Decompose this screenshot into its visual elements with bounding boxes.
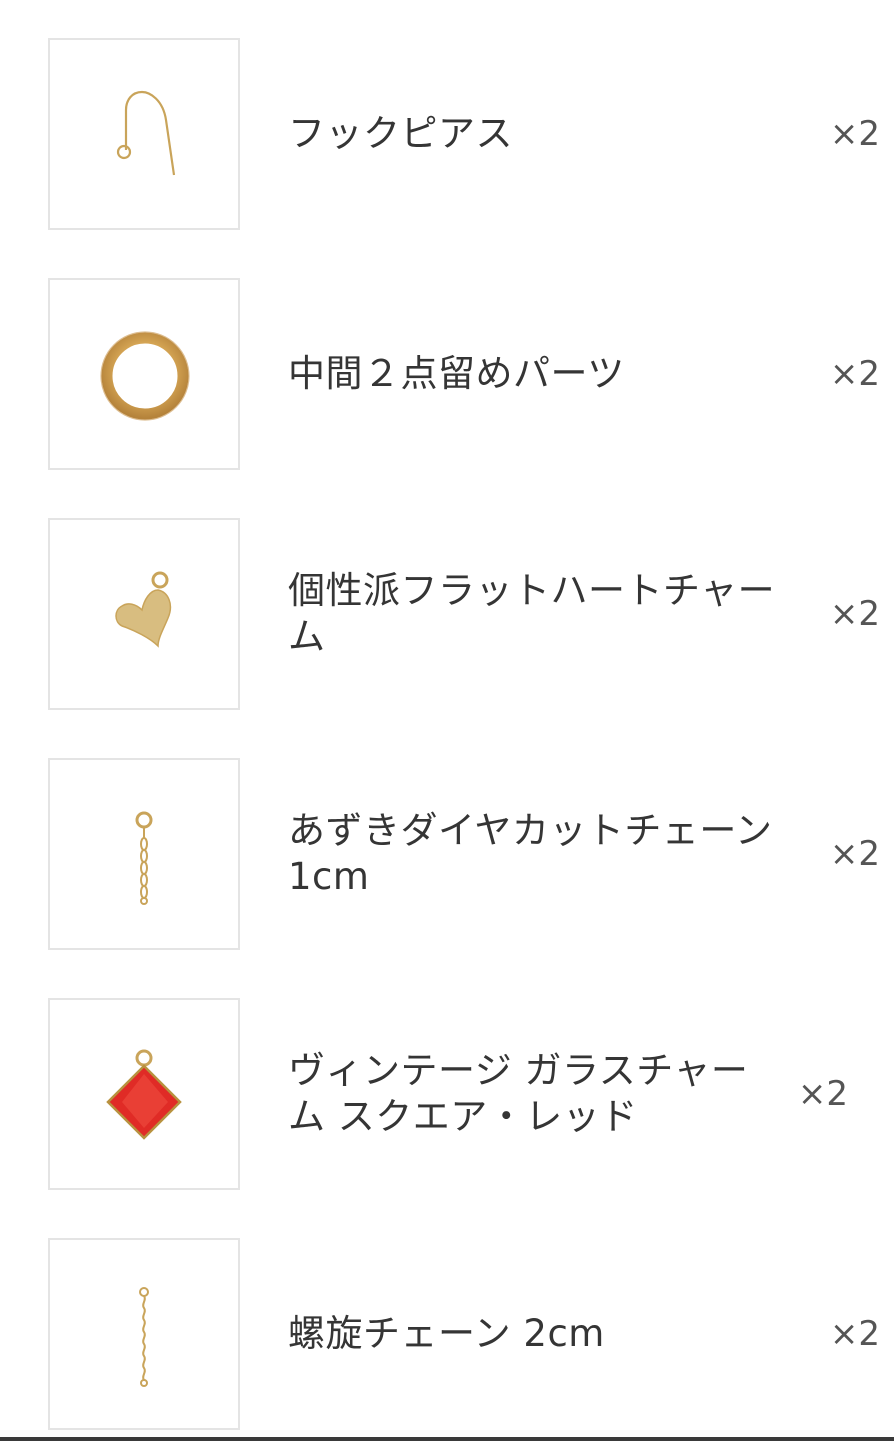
- item-quantity: ×2: [829, 1314, 880, 1354]
- item-thumbnail[interactable]: [48, 1238, 240, 1430]
- list-item[interactable]: 中間２点留めパーツ ×2: [0, 278, 894, 470]
- jump-ring-icon: [100, 331, 190, 421]
- item-thumbnail[interactable]: [48, 758, 240, 950]
- bottom-divider: [0, 1437, 894, 1441]
- item-thumbnail[interactable]: [48, 998, 240, 1190]
- item-quantity: ×2: [829, 114, 880, 154]
- list-item[interactable]: 螺旋チェーン 2cm ×2: [0, 1238, 894, 1430]
- item-name: ヴィンテージ ガラスチャーム スクエア・レッド: [288, 1049, 749, 1138]
- item-quantity: ×2: [829, 594, 880, 634]
- spiral-chain-icon: [139, 1287, 149, 1387]
- item-name: フックピアス: [288, 112, 513, 155]
- item-name: 中間２点留めパーツ: [288, 352, 625, 395]
- item-thumbnail[interactable]: [48, 278, 240, 470]
- item-name: 螺旋チェーン 2cm: [288, 1312, 605, 1355]
- hook-earring-icon: [116, 90, 176, 176]
- item-thumbnail[interactable]: [48, 38, 240, 230]
- item-quantity: ×2: [797, 1074, 848, 1114]
- item-name: あずきダイヤカットチェーン1cm: [288, 809, 773, 898]
- item-quantity: ×2: [829, 834, 880, 874]
- item-name: 個性派フラットハートチャーム: [288, 569, 776, 658]
- short-chain-icon: [135, 811, 153, 905]
- red-glass-charm-icon: [106, 1049, 182, 1140]
- heart-charm-icon: [115, 571, 172, 648]
- list-item[interactable]: ヴィンテージ ガラスチャーム スクエア・レッド ×2: [0, 998, 894, 1190]
- list-item[interactable]: 個性派フラットハートチャーム ×2: [0, 518, 894, 710]
- item-quantity: ×2: [829, 354, 880, 394]
- list-item[interactable]: フックピアス ×2: [0, 38, 894, 230]
- parts-list: フックピアス ×2 中間２点留めパーツ ×2 個性派フラットハートチャーム ×2…: [0, 0, 894, 1441]
- list-item[interactable]: あずきダイヤカットチェーン1cm ×2: [0, 758, 894, 950]
- item-thumbnail[interactable]: [48, 518, 240, 710]
